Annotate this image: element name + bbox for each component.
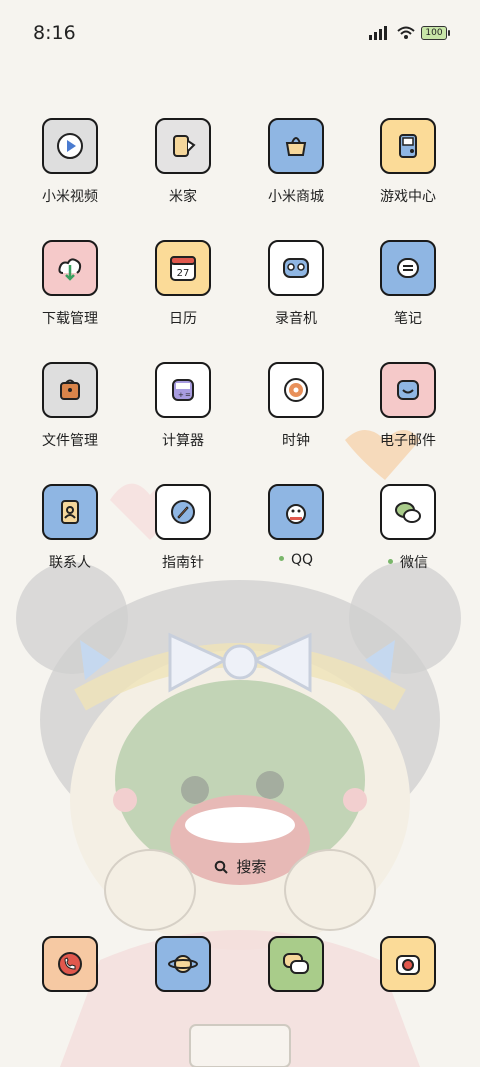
messages-icon bbox=[268, 936, 324, 992]
status-icons: 100 bbox=[369, 26, 450, 40]
recorder-icon bbox=[268, 240, 324, 296]
search-icon bbox=[214, 860, 228, 874]
app-label-text: 指南针 bbox=[162, 555, 204, 571]
app-qq-penguin[interactable]: QQ bbox=[241, 484, 351, 568]
app-label-text: 联系人 bbox=[49, 555, 91, 571]
app-label: 微信 bbox=[353, 552, 463, 572]
gamepad-icon bbox=[380, 118, 436, 174]
app-folder-bag[interactable]: 文件管理 bbox=[15, 362, 125, 450]
app-label: 联系人 bbox=[15, 552, 125, 572]
app-label: 日历 bbox=[128, 308, 238, 328]
svg-text:=: = bbox=[185, 391, 191, 399]
app-gamepad[interactable]: 游戏中心 bbox=[353, 118, 463, 206]
app-label-text: 小米商城 bbox=[268, 189, 324, 205]
dock-browser-planet[interactable] bbox=[128, 936, 238, 992]
app-label: 笔记 bbox=[353, 308, 463, 328]
app-label: QQ bbox=[241, 552, 351, 568]
battery-icon: 100 bbox=[421, 26, 450, 40]
clock-time: 8:16 bbox=[33, 22, 76, 44]
download-cloud-icon bbox=[42, 240, 98, 296]
app-notes[interactable]: 笔记 bbox=[353, 240, 463, 328]
app-label: 录音机 bbox=[241, 308, 351, 328]
calculator-icon: + = bbox=[155, 362, 211, 418]
app-label-text: 文件管理 bbox=[42, 433, 98, 449]
app-label: 游戏中心 bbox=[353, 186, 463, 206]
app-store[interactable]: 小米商城 bbox=[241, 118, 351, 206]
app-compass[interactable]: 指南针 bbox=[128, 484, 238, 572]
app-label-text: 小米视频 bbox=[42, 189, 98, 205]
app-label-text: 时钟 bbox=[282, 433, 310, 449]
wechat-icon bbox=[380, 484, 436, 540]
app-label: 指南针 bbox=[128, 552, 238, 572]
app-label: 下载管理 bbox=[15, 308, 125, 328]
status-bar: 8:16 100 bbox=[0, 0, 480, 66]
app-label-text: 录音机 bbox=[275, 311, 317, 327]
app-label-text: 米家 bbox=[169, 189, 197, 205]
app-label: 计算器 bbox=[128, 430, 238, 450]
signal-icon bbox=[369, 26, 387, 40]
calendar-icon: 27 bbox=[155, 240, 211, 296]
phone-icon bbox=[42, 936, 98, 992]
dock-phone[interactable] bbox=[15, 936, 125, 992]
dock-messages[interactable] bbox=[241, 936, 351, 992]
app-label: 米家 bbox=[128, 186, 238, 206]
app-contacts[interactable]: 联系人 bbox=[15, 484, 125, 572]
dock bbox=[0, 936, 480, 998]
app-clock[interactable]: 时钟 bbox=[241, 362, 351, 450]
app-calendar[interactable]: 27 日历 bbox=[128, 240, 238, 328]
camera-icon bbox=[380, 936, 436, 992]
app-label: 小米视频 bbox=[15, 186, 125, 206]
svg-text:+: + bbox=[178, 391, 184, 399]
search-button[interactable]: 搜索 bbox=[0, 856, 480, 877]
app-label-text: 笔记 bbox=[394, 311, 422, 327]
store-icon bbox=[268, 118, 324, 174]
app-mail[interactable]: 电子邮件 bbox=[353, 362, 463, 450]
app-label-text: 日历 bbox=[169, 311, 197, 327]
new-install-dot bbox=[388, 558, 393, 564]
dock-camera[interactable] bbox=[353, 936, 463, 992]
app-wechat[interactable]: 微信 bbox=[353, 484, 463, 572]
app-label-text: 游戏中心 bbox=[380, 189, 436, 205]
app-download-cloud[interactable]: 下载管理 bbox=[15, 240, 125, 328]
wifi-icon bbox=[397, 26, 415, 39]
app-label-text: 微信 bbox=[400, 555, 428, 571]
clock-icon bbox=[268, 362, 324, 418]
calendar-day-label: 27 bbox=[177, 268, 190, 279]
app-label: 电子邮件 bbox=[353, 430, 463, 450]
mijia-icon bbox=[155, 118, 211, 174]
qq-penguin-icon bbox=[268, 484, 324, 540]
app-mijia[interactable]: 米家 bbox=[128, 118, 238, 206]
video-play-icon bbox=[42, 118, 98, 174]
mail-icon bbox=[380, 362, 436, 418]
compass-icon bbox=[155, 484, 211, 540]
app-calculator[interactable]: + = 计算器 bbox=[128, 362, 238, 450]
app-label: 文件管理 bbox=[15, 430, 125, 450]
app-label-text: 计算器 bbox=[162, 433, 204, 449]
app-label-text: 下载管理 bbox=[42, 311, 98, 327]
app-label-text: QQ bbox=[290, 552, 314, 568]
search-label: 搜索 bbox=[236, 858, 267, 876]
app-label-text: 电子邮件 bbox=[380, 433, 436, 449]
app-recorder[interactable]: 录音机 bbox=[241, 240, 351, 328]
app-video-play[interactable]: 小米视频 bbox=[15, 118, 125, 206]
folder-bag-icon bbox=[42, 362, 98, 418]
notes-icon bbox=[380, 240, 436, 296]
contacts-icon bbox=[42, 484, 98, 540]
app-label: 时钟 bbox=[241, 430, 351, 450]
app-label: 小米商城 bbox=[241, 186, 351, 206]
new-install-dot bbox=[278, 555, 284, 561]
browser-planet-icon bbox=[155, 936, 211, 992]
